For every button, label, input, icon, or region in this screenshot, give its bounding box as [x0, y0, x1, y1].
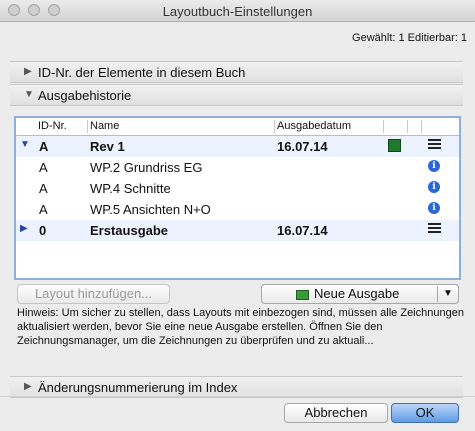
- row-name: WP.5 Ansichten N+O: [90, 202, 211, 217]
- ok-button[interactable]: OK: [391, 403, 459, 423]
- info-icon[interactable]: i: [428, 181, 440, 193]
- row-date: 16.07.14: [277, 223, 328, 238]
- selection-info: Gewählt: 1 Editierbar: 1: [352, 32, 467, 44]
- row-name: WP.2 Grundriss EG: [90, 160, 203, 175]
- triangle-down-icon: ▼: [24, 89, 34, 100]
- window-title: Layoutbuch-Einstellungen: [162, 4, 313, 19]
- list-icon[interactable]: [428, 139, 441, 150]
- hint-text: Hinweis: Um sicher zu stellen, dass Layo…: [17, 307, 464, 347]
- column-header-name[interactable]: Name: [90, 120, 119, 132]
- info-icon[interactable]: i: [428, 160, 440, 172]
- row-id: A: [39, 181, 48, 196]
- triangle-right-icon[interactable]: ▶: [20, 223, 28, 234]
- row-id: A: [39, 160, 48, 175]
- table-header: ID-Nr. Name Ausgabedatum: [16, 118, 459, 136]
- dropdown-arrow-icon[interactable]: ▼: [443, 285, 453, 303]
- new-issue-label: Neue Ausgabe: [314, 286, 400, 301]
- table-row[interactable]: A WP.2 Grundriss EG i: [16, 157, 459, 178]
- info-icon[interactable]: i: [428, 202, 440, 214]
- section-ids[interactable]: ▶ ID-Nr. der Elemente in diesem Buch: [10, 61, 463, 83]
- row-id: 0: [39, 223, 47, 238]
- section-history-label: Ausgabehistorie: [38, 88, 132, 103]
- column-header-date[interactable]: Ausgabedatum: [277, 120, 351, 132]
- revision-icon[interactable]: [388, 139, 401, 152]
- section-ids-label: ID-Nr. der Elemente in diesem Buch: [38, 65, 246, 80]
- triangle-down-icon[interactable]: ▼: [20, 139, 30, 150]
- section-index[interactable]: ▶ Änderungsnummerierung im Index: [10, 376, 463, 398]
- row-id: A: [39, 202, 48, 217]
- row-name: Erstausgabe: [90, 223, 169, 238]
- new-issue-icon: [296, 290, 309, 300]
- row-name: Rev 1: [90, 139, 125, 154]
- row-date: 16.07.14: [277, 139, 328, 154]
- table-row[interactable]: ▶ 0 Erstausgabe 16.07.14: [16, 220, 459, 241]
- section-index-label: Änderungsnummerierung im Index: [38, 380, 238, 395]
- table-row[interactable]: ▼ A Rev 1 16.07.14: [16, 136, 459, 157]
- cancel-button[interactable]: Abbrechen: [284, 403, 388, 423]
- list-icon[interactable]: [428, 223, 441, 234]
- section-history[interactable]: ▼ Ausgabehistorie: [10, 84, 463, 106]
- column-header-id[interactable]: ID-Nr.: [38, 120, 67, 132]
- new-issue-button[interactable]: Neue Ausgabe ▼: [261, 284, 459, 304]
- table-row[interactable]: A WP.4 Schnitte i: [16, 178, 459, 199]
- table-row[interactable]: A WP.5 Ansichten N+O i: [16, 199, 459, 220]
- triangle-right-icon: ▶: [24, 66, 32, 77]
- footer-divider: [0, 396, 475, 397]
- add-layout-button[interactable]: Layout hinzufügen...: [17, 284, 170, 304]
- row-id: A: [39, 139, 49, 154]
- issue-history-table[interactable]: ID-Nr. Name Ausgabedatum ▼ A Rev 1 16.07…: [14, 116, 461, 280]
- row-name: WP.4 Schnitte: [90, 181, 171, 196]
- triangle-right-icon: ▶: [24, 381, 32, 392]
- title-bar: Layoutbuch-Einstellungen: [0, 0, 475, 22]
